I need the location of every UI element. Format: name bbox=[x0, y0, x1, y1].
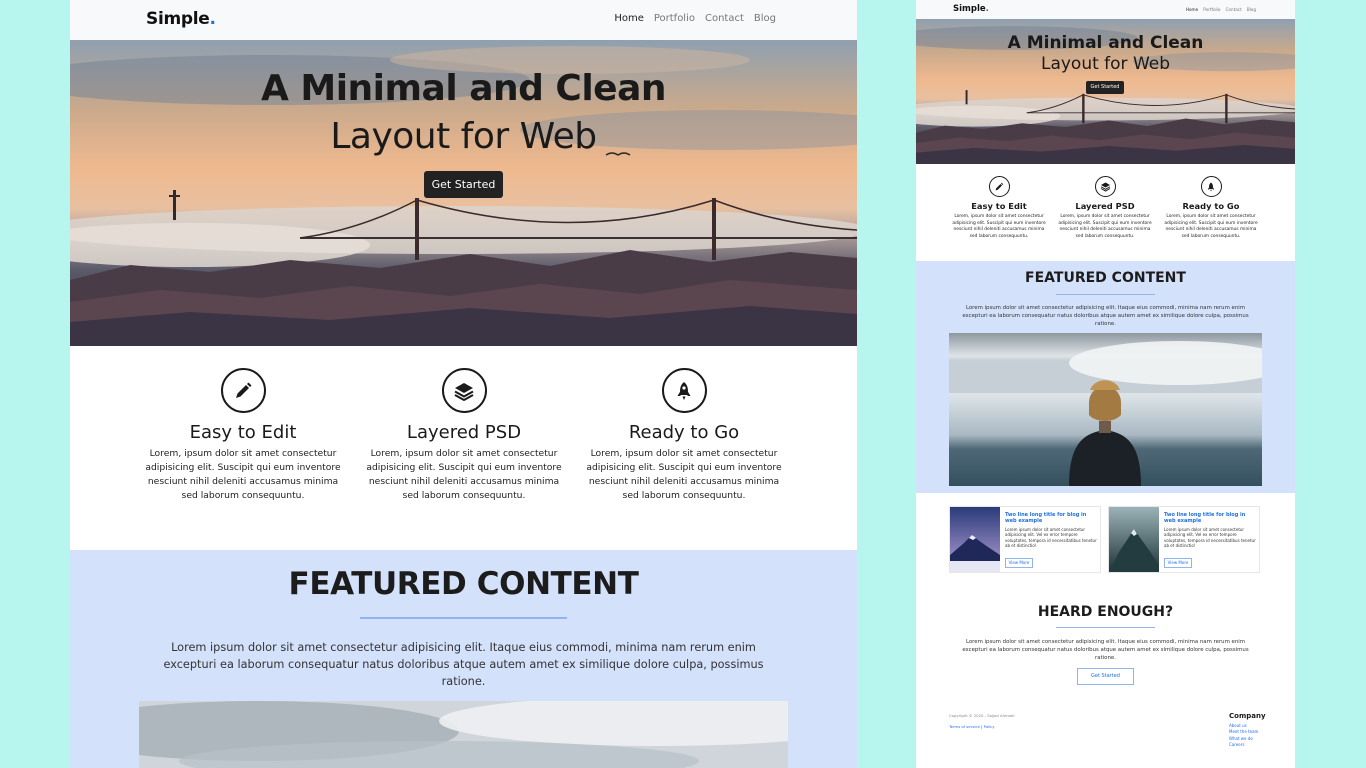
hero-title: A Minimal and Clean bbox=[260, 68, 667, 109]
view-more-button[interactable]: View More bbox=[1164, 558, 1192, 568]
nav-menu: Home Portfolio Contact Blog bbox=[614, 13, 776, 24]
view-more-button[interactable]: View More bbox=[1005, 558, 1033, 568]
get-started-button[interactable]: Get Started bbox=[1086, 81, 1124, 94]
layers-icon bbox=[441, 368, 487, 413]
get-started-outline-button[interactable]: Get Started bbox=[1077, 668, 1134, 685]
hero-subtitle: Layout for Web bbox=[330, 116, 597, 157]
pencil-icon bbox=[220, 368, 266, 413]
hero-title: A Minimal and Clean bbox=[1007, 33, 1204, 53]
site-logo[interactable]: Simple. bbox=[953, 4, 989, 14]
feature-title: Layered PSD bbox=[406, 422, 522, 443]
nav-portfolio-link[interactable]: Portfolio bbox=[1203, 7, 1220, 12]
blog-card: Two line long title for blog in web exam… bbox=[1108, 506, 1260, 573]
rocket-icon bbox=[1200, 176, 1222, 197]
feature-text: Lorem, ipsum dolor sit amet consectetur … bbox=[1058, 214, 1152, 239]
hero-subtitle: Layout for Web bbox=[1040, 54, 1171, 74]
terms-link[interactable]: Terms of service bbox=[949, 724, 980, 729]
hero-section: A Minimal and Clean Layout for Web Get S… bbox=[916, 19, 1295, 164]
blog-card-text: Lorem ipsum dolor sit amet consectetur a… bbox=[1164, 527, 1256, 548]
feature-title: Layered PSD bbox=[1075, 201, 1135, 211]
heading-underline bbox=[360, 617, 567, 619]
pencil-icon bbox=[988, 176, 1010, 197]
small-page-preview: Simple. Home Portfolio Contact Blog A Mi… bbox=[916, 0, 1295, 768]
feature-title: Easy to Edit bbox=[189, 422, 297, 443]
blog-card-text: Lorem ipsum dolor sit amet consectetur a… bbox=[1005, 527, 1097, 548]
heading-underline bbox=[1056, 627, 1155, 628]
layers-icon bbox=[1094, 176, 1116, 197]
heard-text: Lorem ipsum dolor sit amet consectetur a… bbox=[962, 639, 1249, 661]
features-section: Easy to Edit Lorem, ipsum dolor sit amet… bbox=[70, 346, 857, 550]
nav-contact-link[interactable]: Contact bbox=[1225, 7, 1241, 12]
feature-easy-to-edit: Easy to Edit Lorem, ipsum dolor sit amet… bbox=[143, 368, 343, 503]
featured-content-section: FEATURED CONTENT Lorem ipsum dolor sit a… bbox=[916, 261, 1295, 493]
feature-text: Lorem, ipsum dolor sit amet consectetur … bbox=[952, 214, 1046, 239]
feature-text: Lorem, ipsum dolor sit amet consectetur … bbox=[1164, 214, 1258, 239]
blog-mountain-thumbnail bbox=[950, 507, 1000, 572]
feature-title: Ready to Go bbox=[1182, 201, 1240, 211]
featured-text: Lorem ipsum dolor sit amet consectetur a… bbox=[962, 305, 1249, 327]
nav-blog-link[interactable]: Blog bbox=[754, 13, 776, 24]
blog-mountain-thumbnail bbox=[1109, 507, 1159, 572]
feature-layered-psd: Layered PSD Lorem, ipsum dolor sit amet … bbox=[1057, 176, 1153, 240]
nav-menu: Home Portfolio Contact Blog bbox=[1186, 7, 1256, 12]
nav-blog-link[interactable]: Blog bbox=[1247, 7, 1256, 12]
featured-sea-image bbox=[139, 701, 788, 768]
copyright-text: Copyright © 2020 - Sajjad Ahmadi bbox=[949, 713, 1015, 718]
nav-home-link[interactable]: Home bbox=[1186, 7, 1198, 12]
blog-card-title[interactable]: Two line long title for blog in web exam… bbox=[1164, 512, 1256, 524]
site-logo[interactable]: Simple. bbox=[146, 9, 216, 29]
get-started-button[interactable]: Get Started bbox=[424, 171, 503, 198]
policy-link[interactable]: Policy bbox=[984, 724, 995, 729]
nav-home-link[interactable]: Home bbox=[614, 13, 644, 24]
feature-ready-to-go: Ready to Go Lorem, ipsum dolor sit amet … bbox=[1163, 176, 1259, 240]
legal-separator: | bbox=[981, 724, 983, 729]
feature-text: Lorem, ipsum dolor sit amet consectetur … bbox=[366, 448, 562, 501]
heading-underline bbox=[1056, 294, 1155, 295]
company-heading: Company bbox=[1229, 712, 1266, 720]
rocket-icon bbox=[661, 368, 707, 413]
feature-title: Easy to Edit bbox=[971, 201, 1027, 211]
nav-contact-link[interactable]: Contact bbox=[705, 13, 744, 24]
featured-heading: FEATURED CONTENT bbox=[288, 566, 639, 602]
careers-link[interactable]: Careers bbox=[1229, 742, 1266, 748]
blog-card: Two line long title for blog in web exam… bbox=[949, 506, 1101, 573]
feature-title: Ready to Go bbox=[628, 422, 740, 443]
feature-ready-to-go: Ready to Go Lorem, ipsum dolor sit amet … bbox=[584, 368, 784, 503]
featured-heading: FEATURED CONTENT bbox=[1025, 270, 1186, 286]
feature-easy-to-edit: Easy to Edit Lorem, ipsum dolor sit amet… bbox=[951, 176, 1047, 240]
heard-heading: HEARD ENOUGH? bbox=[1037, 604, 1174, 620]
navbar: Simple. Home Portfolio Contact Blog bbox=[916, 0, 1295, 19]
featured-sea-image bbox=[949, 333, 1262, 486]
legal-links: Terms of service | Policy bbox=[949, 724, 995, 729]
hero-section: A Minimal and Clean Layout for Web Get S… bbox=[70, 40, 857, 346]
large-page-preview: Simple. Home Portfolio Contact Blog A Mi… bbox=[70, 0, 857, 768]
nav-portfolio-link[interactable]: Portfolio bbox=[654, 13, 695, 24]
feature-text: Lorem, ipsum dolor sit amet consectetur … bbox=[145, 448, 341, 501]
company-links: Company About us Meet the team What we d… bbox=[1229, 712, 1266, 749]
featured-content-section: FEATURED CONTENT Lorem ipsum dolor sit a… bbox=[70, 550, 857, 768]
feature-text: Lorem, ipsum dolor sit amet consectetur … bbox=[586, 448, 782, 501]
navbar: Simple. Home Portfolio Contact Blog bbox=[70, 0, 857, 40]
featured-text: Lorem ipsum dolor sit amet consectetur a… bbox=[163, 641, 764, 688]
blog-card-title[interactable]: Two line long title for blog in web exam… bbox=[1005, 512, 1097, 524]
feature-layered-psd: Layered PSD Lorem, ipsum dolor sit amet … bbox=[364, 368, 564, 503]
